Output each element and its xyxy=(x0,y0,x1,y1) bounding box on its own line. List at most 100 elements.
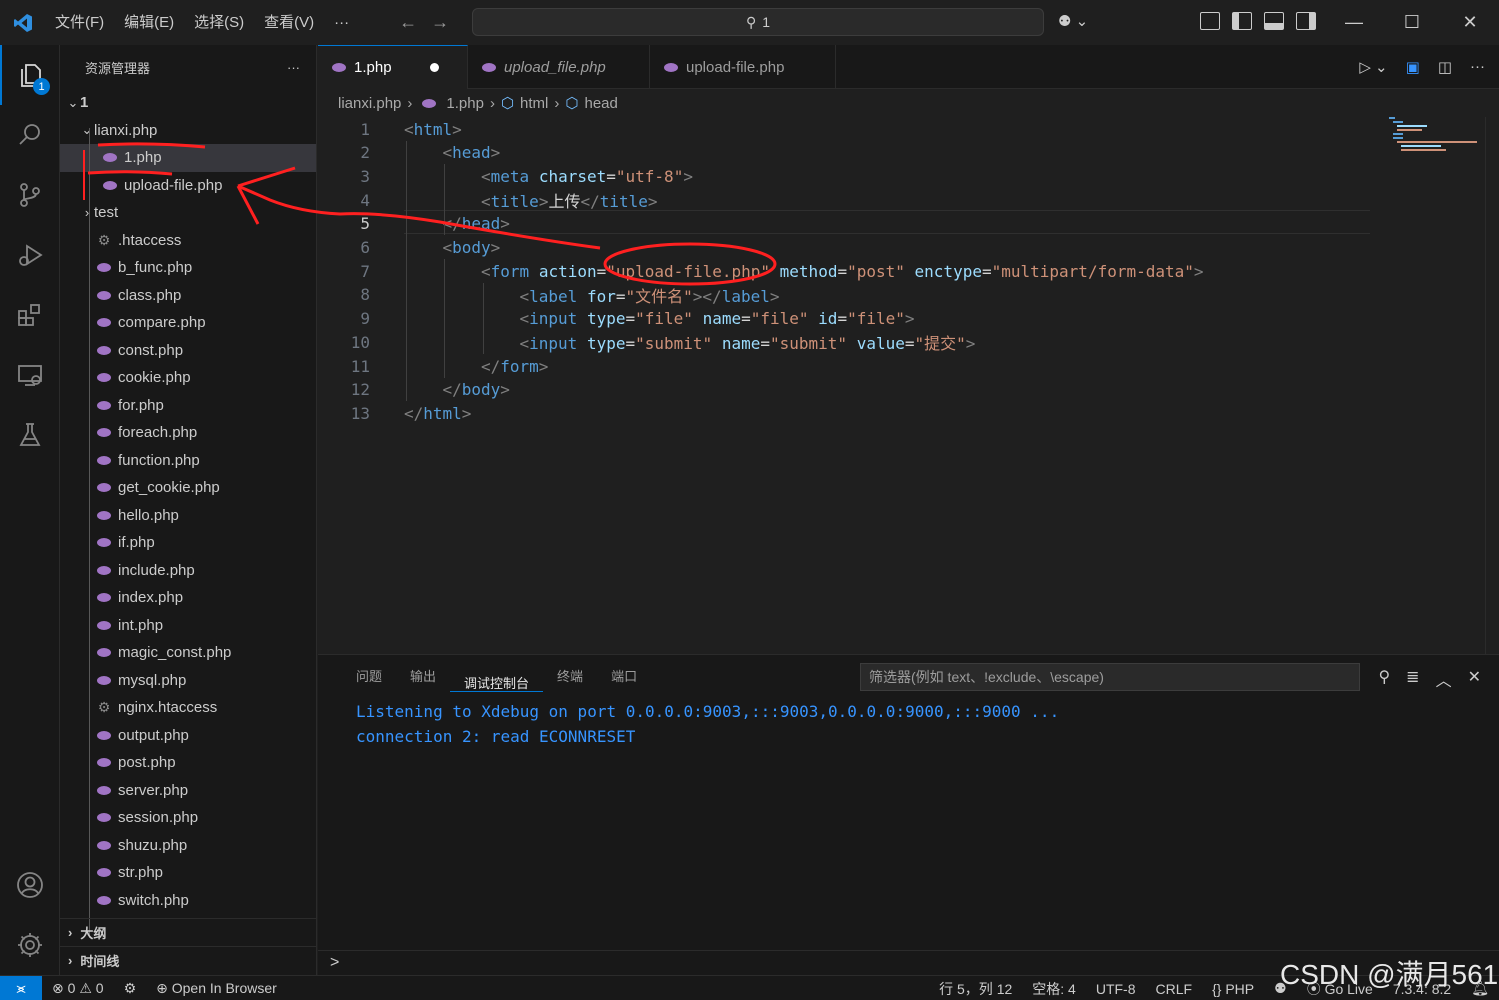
remote-indicator-icon[interactable]: ⪤ xyxy=(0,975,42,1000)
tree-item[interactable]: const.php xyxy=(60,337,316,365)
tree-item[interactable]: str.php xyxy=(60,859,316,887)
menu-selection[interactable]: 选择(S) xyxy=(184,0,254,45)
toggle-secondary-sidebar-icon[interactable] xyxy=(1296,12,1316,30)
tree-item[interactable]: if.php xyxy=(60,529,316,557)
customize-layout-icon[interactable] xyxy=(1200,12,1220,30)
code-line[interactable]: 1 <html> xyxy=(318,117,461,141)
tree-item[interactable]: hello.php xyxy=(60,502,316,530)
console-filter-input[interactable]: 筛选器(例如 text、!exclude、\escape) xyxy=(860,663,1360,691)
tree-item[interactable]: class.php xyxy=(60,282,316,310)
line-ending[interactable]: CRLF xyxy=(1146,981,1203,997)
remote-explorer-icon[interactable] xyxy=(0,345,60,405)
encoding[interactable]: UTF-8 xyxy=(1086,981,1146,997)
tree-item[interactable]: ⌄ lianxi.php xyxy=(60,117,316,145)
tab-ports[interactable]: 端口 xyxy=(597,655,651,699)
code-line[interactable]: 8 <label for="文件名"></label> xyxy=(318,283,779,307)
timeline-section[interactable]: › 时间线 xyxy=(60,946,316,974)
tree-item[interactable]: ⚙ .htaccess xyxy=(60,227,316,255)
open-in-browser-button[interactable]: ⊕ Open In Browser xyxy=(146,980,287,997)
tree-item[interactable]: foreach.php xyxy=(60,419,316,447)
close-panel-icon[interactable]: ✕ xyxy=(1468,667,1481,691)
more-actions-icon[interactable]: ··· xyxy=(287,60,300,75)
tree-item[interactable]: output.php xyxy=(60,722,316,750)
toggle-sidebar-icon[interactable] xyxy=(1232,12,1252,30)
back-arrow-icon[interactable]: ← xyxy=(399,12,417,33)
forward-arrow-icon[interactable]: → xyxy=(431,12,449,33)
minimap[interactable] xyxy=(1389,117,1489,157)
code-line[interactable]: 13 </html> xyxy=(318,401,472,425)
tab-problems[interactable]: 问题 xyxy=(342,655,396,699)
run-debug-icon[interactable] xyxy=(0,225,60,285)
manage-gear-icon[interactable] xyxy=(0,915,60,975)
command-center-search[interactable]: ⚲ 1 xyxy=(472,8,1044,36)
outline-section[interactable]: › 大纲 xyxy=(60,918,316,946)
maximize-icon[interactable]: ☐ xyxy=(1383,0,1441,45)
tree-item[interactable]: get_cookie.php xyxy=(60,474,316,502)
tree-item[interactable]: b_func.php xyxy=(60,254,316,282)
tab-output[interactable]: 输出 xyxy=(396,655,450,699)
tree-item[interactable]: shuzu.php xyxy=(60,832,316,860)
code-line[interactable]: 11 </form> xyxy=(318,354,549,378)
tree-item[interactable]: int.php xyxy=(60,612,316,640)
language-mode[interactable]: {} PHP xyxy=(1202,981,1264,997)
tree-item[interactable]: magic_const.php xyxy=(60,639,316,667)
minimize-icon[interactable]: — xyxy=(1325,0,1383,45)
tab-1-php[interactable]: 1.php xyxy=(318,45,468,89)
toggle-panel-icon[interactable] xyxy=(1264,12,1284,30)
tree-item[interactable]: compare.php xyxy=(60,309,316,337)
breadcrumb-item[interactable]: html xyxy=(520,95,548,112)
editor-scrollbar[interactable] xyxy=(1485,117,1499,654)
code-line[interactable]: 4 <title>上传</title> xyxy=(318,188,657,212)
split-editor-icon[interactable]: ◫ xyxy=(1438,58,1452,76)
source-control-icon[interactable] xyxy=(0,165,60,225)
open-preview-icon[interactable]: ▣ xyxy=(1406,58,1420,76)
explorer-icon[interactable]: 1 xyxy=(0,45,60,105)
tab-upload-file[interactable]: upload-file.php xyxy=(650,45,836,89)
code-line[interactable]: 12 </body> xyxy=(318,378,510,402)
code-line[interactable]: 5 </head> xyxy=(318,212,510,236)
tree-item[interactable]: post.php xyxy=(60,749,316,777)
tree-item[interactable]: upload-file.php xyxy=(60,172,316,200)
find-icon[interactable]: ⚲ xyxy=(1378,667,1390,691)
tree-item[interactable]: include.php xyxy=(60,557,316,585)
tree-item[interactable]: cookie.php xyxy=(60,364,316,392)
editor-more-icon[interactable]: ··· xyxy=(1470,58,1485,76)
tree-item[interactable]: server.php xyxy=(60,777,316,805)
menu-edit[interactable]: 编辑(E) xyxy=(114,0,184,45)
tree-item[interactable]: › test xyxy=(60,199,316,227)
tree-item[interactable]: ⌄ 1 xyxy=(60,89,316,117)
code-line[interactable]: 7 <form action="upload-file.php" method="… xyxy=(318,259,1203,283)
tree-item[interactable]: index.php xyxy=(60,584,316,612)
tab-debug-console[interactable]: 调试控制台 xyxy=(450,662,544,692)
tree-item[interactable]: function.php xyxy=(60,447,316,475)
tree-item[interactable]: 1.php xyxy=(60,144,316,172)
unsaved-dot-icon[interactable] xyxy=(429,63,439,72)
breadcrumb-item[interactable]: head xyxy=(585,95,618,112)
run-icon[interactable]: ▷ ⌄ xyxy=(1359,58,1387,76)
code-line[interactable]: 3 <meta charset="utf-8"> xyxy=(318,164,693,188)
accounts-icon[interactable] xyxy=(0,855,60,915)
breadcrumb-item[interactable]: lianxi.php xyxy=(338,95,401,112)
code-line[interactable]: 10 <input type="submit" name="submit" val… xyxy=(318,330,976,354)
testing-icon[interactable] xyxy=(0,405,60,465)
tab-upload-file-preview[interactable]: upload_file.php xyxy=(468,45,650,89)
copilot-icon[interactable]: ⚉ ⌄ xyxy=(1058,12,1088,30)
menu-file[interactable]: 文件(F) xyxy=(45,0,114,45)
code-line[interactable]: 6 <body> xyxy=(318,236,500,260)
code-editor[interactable]: 1 <html> 2 <head> 3 <meta charset="utf-8"> 4 <t… xyxy=(318,117,1499,654)
breadcrumb-item[interactable]: 1.php xyxy=(446,95,484,112)
cursor-position[interactable]: 行 5，列 12 xyxy=(929,979,1022,999)
tab-terminal[interactable]: 终端 xyxy=(543,655,597,699)
menu-more[interactable]: ··· xyxy=(324,0,359,45)
menu-view[interactable]: 查看(V) xyxy=(254,0,324,45)
extensions-icon[interactable] xyxy=(0,285,60,345)
indentation[interactable]: 空格: 4 xyxy=(1022,979,1086,999)
tree-item[interactable]: ⚙ nginx.htaccess xyxy=(60,694,316,722)
clear-console-icon[interactable]: ≣ xyxy=(1406,667,1419,691)
code-line[interactable]: 9 <input type="file" name="file" id="file… xyxy=(318,307,914,331)
tree-item[interactable]: for.php xyxy=(60,392,316,420)
code-line[interactable]: 2 <head> xyxy=(318,141,500,165)
tree-item[interactable]: mysql.php xyxy=(60,667,316,695)
tree-item[interactable]: session.php xyxy=(60,804,316,832)
search-view-icon[interactable] xyxy=(0,105,60,165)
